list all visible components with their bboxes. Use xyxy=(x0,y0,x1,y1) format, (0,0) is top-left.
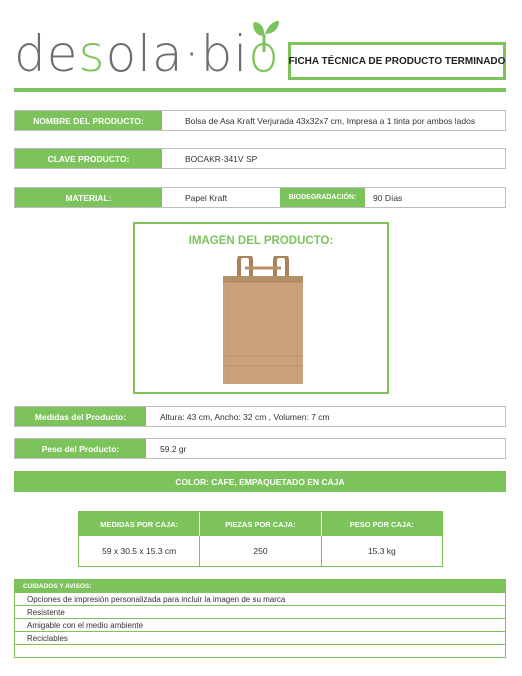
product-key-row: CLAVE PRODUCTO: BOCAKR-341V SP xyxy=(14,148,506,169)
measures-label: Medidas del Producto: xyxy=(15,407,146,426)
weight-row: Peso del Producto: 59.2 gr xyxy=(14,438,506,459)
weight-label: Peso del Producto: xyxy=(15,439,146,458)
list-item: Amigable con el medio ambiente xyxy=(15,619,505,632)
weight-value: 59.2 gr xyxy=(160,443,187,454)
color-packaging-bar: COLOR: CAFE, EMPAQUETADO EN CAJA xyxy=(14,471,506,492)
product-image-box: IMAGEN DEL PRODUCTO: xyxy=(133,222,389,394)
header-divider xyxy=(14,88,506,92)
box-weight-header: PESO POR CAJA: xyxy=(349,519,414,529)
biodegradation-label: BIODEGRADACIÓN: xyxy=(280,188,365,207)
box-weight-value: 15.3 kg xyxy=(367,546,396,556)
document-title: FICHA TÉCNICA DE PRODUCTO TERMINADO xyxy=(288,55,506,67)
product-name-label: NOMBRE DEL PRODUCTO: xyxy=(15,111,162,130)
box-pieces-header: PIEZAS POR CAJA: xyxy=(200,512,322,536)
brand-logo: desola·bio xyxy=(14,20,284,88)
list-item: Resistente xyxy=(15,606,505,619)
sprout-icon xyxy=(253,20,279,52)
list-item: Opciones de impresión personalizada para… xyxy=(15,593,505,606)
measures-row: Medidas del Producto: Altura: 43 cm, Anc… xyxy=(14,406,506,427)
care-notices: CUIDADOS Y AVISOS: Opciones de impresión… xyxy=(14,579,506,658)
product-key-value: BOCAKR-341V SP xyxy=(185,153,258,164)
product-key-label: CLAVE PRODUCTO: xyxy=(15,149,162,168)
document-title-box: FICHA TÉCNICA DE PRODUCTO TERMINADO xyxy=(288,42,506,80)
box-table-header: MEDIDAS POR CAJA: PIEZAS POR CAJA: PESO … xyxy=(79,512,442,536)
box-measures-value: 59 x 30.5 x 15.3 cm xyxy=(79,536,201,566)
list-item-empty xyxy=(15,645,505,658)
logo-wordmark: desola·bio xyxy=(14,25,280,83)
box-info-table: MEDIDAS POR CAJA: PIEZAS POR CAJA: PESO … xyxy=(78,511,443,567)
kraft-bag-image xyxy=(223,256,303,384)
material-row: MATERIAL: Papel Kraft BIODEGRADACIÓN: 90… xyxy=(14,187,506,208)
measures-value: Altura: 43 cm, Ancho: 32 cm , Volumen: 7… xyxy=(160,411,330,422)
product-name-value: Bolsa de Asa Kraft Verjurada 43x32x7 cm,… xyxy=(185,115,476,126)
box-measures-header: MEDIDAS POR CAJA: xyxy=(79,512,201,536)
material-value: Papel Kraft xyxy=(185,192,228,203)
product-image-title: IMAGEN DEL PRODUCTO: xyxy=(188,235,334,247)
care-title: CUIDADOS Y AVISOS: xyxy=(15,580,505,593)
box-table-row: 59 x 30.5 x 15.3 cm 250 15.3 kg xyxy=(79,536,442,566)
material-label: MATERIAL: xyxy=(15,188,162,207)
list-item: Reciclables xyxy=(15,632,505,645)
box-pieces-value: 250 xyxy=(200,536,322,566)
biodegradation-value: 90 Días xyxy=(373,192,403,203)
product-name-row: NOMBRE DEL PRODUCTO: Bolsa de Asa Kraft … xyxy=(14,110,506,131)
